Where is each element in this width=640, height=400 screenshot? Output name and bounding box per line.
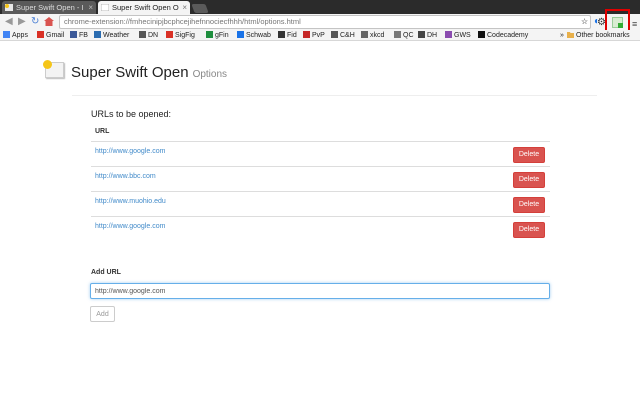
bookmark-favicon-icon: [237, 31, 244, 38]
bookmark-label: DN: [148, 32, 159, 39]
bookmark-item[interactable]: Fid: [278, 30, 297, 41]
page-title: Super Swift Open Options: [71, 64, 227, 81]
bookmark-label: Codecademy: [487, 32, 529, 39]
page-icon: [101, 4, 109, 11]
tab-super-swift-open-options[interactable]: Super Swift Open O ×: [98, 1, 190, 14]
urls-heading: URLs to be opened:: [91, 109, 172, 119]
url-link[interactable]: http://www.muohio.edu: [95, 198, 166, 205]
delete-button[interactable]: Delete: [513, 197, 545, 213]
bookmark-item[interactable]: DH: [418, 30, 437, 41]
other-bookmarks[interactable]: Other bookmarks: [567, 30, 630, 41]
bookmark-favicon-icon: [3, 31, 10, 38]
new-tab-button[interactable]: [191, 4, 209, 13]
header-divider: [72, 95, 597, 96]
forward-arrow-icon[interactable]: ▶: [18, 15, 26, 29]
bookmark-item[interactable]: QC: [394, 30, 414, 41]
bookmark-item[interactable]: FB: [70, 30, 88, 41]
bookmark-item[interactable]: gFin: [206, 30, 229, 41]
table-row: http://www.bbc.com Delete: [91, 166, 550, 191]
other-bookmarks-label: Other bookmarks: [576, 32, 630, 39]
address-text: chrome-extension://fmhecinipjbcphcejihef…: [64, 17, 301, 26]
bookmark-label: PvP: [312, 32, 325, 39]
page-title-text: Super Swift Open: [71, 64, 189, 81]
bookmark-favicon-icon: [37, 31, 44, 38]
bookmark-label: QC: [403, 32, 414, 39]
url-link[interactable]: http://www.google.com: [95, 148, 165, 155]
tab-super-swift-open-inactive[interactable]: Super Swift Open - I ×: [2, 1, 96, 14]
delete-button[interactable]: Delete: [513, 147, 545, 163]
bookmark-item[interactable]: Codecademy: [478, 30, 528, 41]
home-icon[interactable]: [44, 17, 54, 26]
close-icon[interactable]: ×: [88, 1, 93, 14]
bookmark-label: SigFig: [175, 32, 195, 39]
tab-strip: Super Swift Open - I × Super Swift Open …: [0, 0, 640, 14]
add-url-input[interactable]: [90, 283, 550, 299]
bookmark-label: Weather: [103, 32, 130, 39]
bookmark-favicon-icon: [94, 31, 101, 38]
tab-label: Super Swift Open O: [112, 3, 179, 12]
table-row: http://www.muohio.edu Delete: [91, 191, 550, 216]
add-button[interactable]: Add: [90, 306, 115, 322]
bookmark-item[interactable]: xkcd: [361, 30, 384, 41]
bookmark-favicon-icon: [331, 31, 338, 38]
bookmark-label: gFin: [215, 32, 229, 39]
table-row: http://www.google.com Delete: [91, 141, 550, 166]
bookmark-label: Apps: [12, 32, 28, 39]
bookmark-label: Schwab: [246, 32, 271, 39]
bookmark-label: DH: [427, 32, 438, 39]
url-link[interactable]: http://www.bbc.com: [95, 173, 156, 180]
bookmark-favicon-icon: [278, 31, 285, 38]
bookmark-item[interactable]: PvP: [303, 30, 325, 41]
bookmark-item[interactable]: Weather: [94, 30, 129, 41]
bookmark-item[interactable]: Schwab: [237, 30, 271, 41]
bookmark-item[interactable]: GWS: [445, 30, 471, 41]
url-link[interactable]: http://www.google.com: [95, 223, 165, 230]
bookmark-favicon-icon: [361, 31, 368, 38]
menu-icon[interactable]: ≡: [632, 17, 637, 31]
bookmark-item[interactable]: DN: [139, 30, 158, 41]
bookmark-favicon-icon: [70, 31, 77, 38]
address-bar[interactable]: chrome-extension://fmhecinipjbcphcejihef…: [59, 15, 591, 29]
bookmark-favicon-icon: [418, 31, 425, 38]
back-arrow-icon[interactable]: ◀: [5, 15, 13, 29]
url-column-header: URL: [95, 128, 110, 135]
chevron-overflow-icon[interactable]: »: [560, 30, 564, 41]
page-icon: [5, 4, 13, 11]
bookmark-favicon-icon: [139, 31, 146, 38]
reload-icon[interactable]: ↻: [31, 15, 39, 29]
bookmark-label: Fid: [287, 32, 297, 39]
app-logo-icon: [43, 60, 64, 78]
bookmark-label: FB: [79, 32, 88, 39]
browser-toolbar: ◀ ▶ ↻ chrome-extension://fmhecinipjbcphc…: [0, 14, 640, 30]
bookmark-favicon-icon: [394, 31, 401, 38]
bookmark-item[interactable]: Gmail: [37, 30, 64, 41]
bookmark-favicon-icon: [303, 31, 310, 38]
close-icon[interactable]: ×: [182, 1, 187, 14]
page-subtitle: Options: [192, 69, 228, 80]
bookmark-item[interactable]: Apps: [3, 30, 28, 41]
bookmark-favicon-icon: [445, 31, 452, 38]
add-url-label: Add URL: [91, 269, 121, 276]
bookmark-label: Gmail: [46, 32, 65, 39]
bookmark-favicon-icon: [206, 31, 213, 38]
bookmark-item[interactable]: C&H: [331, 30, 355, 41]
bookmark-item[interactable]: SigFig: [166, 30, 195, 41]
url-table: http://www.google.com Delete http://www.bb…: [91, 141, 550, 241]
tab-label: Super Swift Open - I: [16, 3, 84, 12]
delete-button[interactable]: Delete: [513, 172, 545, 188]
bookmark-favicon-icon: [166, 31, 173, 38]
delete-button[interactable]: Delete: [513, 222, 545, 238]
table-row: http://www.google.com Delete: [91, 216, 550, 241]
bookmark-label: GWS: [454, 32, 471, 39]
bookmark-label: xkcd: [370, 32, 385, 39]
folder-icon: [567, 32, 574, 38]
bookmark-favicon-icon: [478, 31, 485, 38]
star-icon[interactable]: ☆: [581, 15, 588, 29]
bookmarks-bar: » Other bookmarks Apps Gmail FB Weather DN Si…: [0, 30, 640, 41]
bookmark-label: C&H: [340, 32, 355, 39]
